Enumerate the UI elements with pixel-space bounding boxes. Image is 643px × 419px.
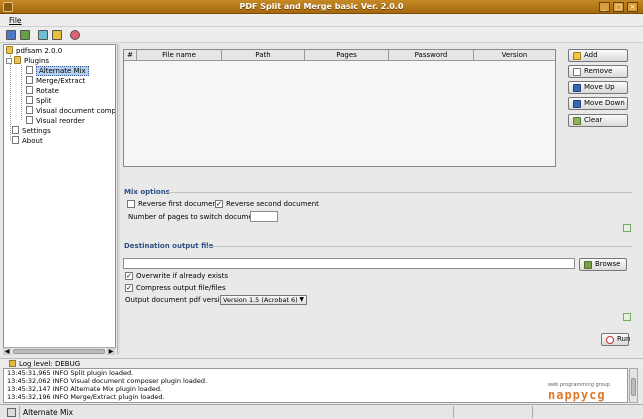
file-table[interactable]: # File name Path Pages Password Version bbox=[123, 49, 556, 167]
table-header: # File name Path Pages Password Version bbox=[124, 50, 555, 61]
column-path[interactable]: Path bbox=[222, 50, 305, 61]
reverse-second-checkbox[interactable]: ✓ bbox=[215, 200, 223, 208]
column-version[interactable]: Version bbox=[474, 50, 555, 61]
scroll-thumb[interactable] bbox=[13, 349, 105, 354]
compress-checkbox[interactable]: ✓ bbox=[125, 284, 133, 292]
log-line: 13:45:32,147 INFO Alternate Mix plugin l… bbox=[7, 385, 163, 393]
tree-item-split[interactable]: Split bbox=[26, 96, 52, 106]
plugin-tree: pdfsam 2.0.0 Plugins Alternate Mix Merge… bbox=[3, 44, 116, 354]
log-level-label: Log level: DEBUG bbox=[19, 360, 81, 368]
tree-item-rotate[interactable]: Rotate bbox=[26, 86, 59, 96]
mix-options-title: Mix options bbox=[124, 188, 170, 196]
log-icon bbox=[9, 360, 16, 367]
arrow-down-icon bbox=[573, 100, 581, 108]
exit-icon[interactable] bbox=[70, 30, 80, 40]
reverse-first-label: Reverse first document bbox=[138, 200, 220, 208]
pdf-version-select[interactable]: Version 1.5 (Acrobat 6) ▼ bbox=[220, 295, 307, 305]
document-icon bbox=[26, 106, 33, 114]
column-number[interactable]: # bbox=[124, 50, 137, 61]
menu-file[interactable]: File bbox=[9, 16, 22, 25]
minimize-button[interactable]: _ bbox=[599, 2, 610, 12]
collapse-toggle-icon[interactable] bbox=[6, 58, 12, 64]
column-pages[interactable]: Pages bbox=[305, 50, 389, 61]
remove-icon bbox=[573, 68, 581, 76]
tree-item-alternate-mix[interactable]: Alternate Mix bbox=[26, 66, 89, 76]
add-button[interactable]: Add bbox=[568, 49, 628, 62]
folder-open-icon bbox=[14, 56, 21, 64]
log-line: 13:45:32,196 INFO Merge/Extract plugin l… bbox=[7, 393, 165, 401]
destination-title: Destination output file bbox=[124, 242, 214, 250]
move-down-button[interactable]: Move Down bbox=[568, 97, 628, 110]
log-panel[interactable]: 13:45:31,965 INFO Split plugin loaded. 1… bbox=[3, 368, 628, 403]
add-icon bbox=[573, 52, 581, 60]
move-up-button[interactable]: Move Up bbox=[568, 81, 628, 94]
document-icon bbox=[26, 96, 33, 104]
tree-plugins[interactable]: Plugins bbox=[6, 56, 49, 66]
save-environment-icon[interactable] bbox=[38, 30, 48, 40]
run-button[interactable]: Run bbox=[601, 333, 630, 346]
mix-options-divider bbox=[168, 192, 632, 193]
pages-switch-input[interactable] bbox=[250, 211, 278, 222]
document-icon bbox=[26, 76, 33, 84]
log-level-bar[interactable]: Log level: DEBUG bbox=[0, 358, 643, 368]
save-icon[interactable] bbox=[6, 30, 16, 40]
watermark-logo: web programming group nappycg bbox=[548, 382, 610, 402]
tree-horizontal-scrollbar[interactable]: ◀ ▶ bbox=[3, 347, 116, 355]
pages-switch-label: Number of pages to switch document bbox=[128, 213, 260, 221]
document-icon bbox=[26, 66, 33, 74]
compress-label: Compress output file/files bbox=[136, 284, 226, 292]
destination-path-input[interactable] bbox=[123, 258, 575, 269]
maximize-button[interactable]: □ bbox=[613, 2, 624, 12]
column-file-name[interactable]: File name bbox=[137, 50, 222, 61]
document-icon bbox=[12, 126, 19, 134]
folder-icon bbox=[6, 46, 13, 54]
toolbar bbox=[0, 27, 643, 43]
window-title: PDF Split and Merge basic Ver. 2.0.0 bbox=[239, 2, 404, 11]
edit-icon[interactable] bbox=[52, 30, 62, 40]
reverse-first-checkbox[interactable] bbox=[127, 200, 135, 208]
reverse-second-label: Reverse second document bbox=[226, 200, 319, 208]
clear-button[interactable]: Clear bbox=[568, 114, 628, 127]
document-icon bbox=[26, 86, 33, 94]
destination-divider bbox=[206, 246, 632, 247]
log-vertical-scrollbar[interactable] bbox=[629, 368, 638, 403]
panel-splitter[interactable] bbox=[117, 44, 120, 354]
tree-item-merge-extract[interactable]: Merge/Extract bbox=[26, 76, 85, 86]
clear-icon bbox=[573, 117, 581, 125]
tree-item-settings[interactable]: Settings bbox=[12, 126, 51, 136]
scroll-right-icon[interactable]: ▶ bbox=[107, 348, 115, 355]
log-line: 13:45:31,965 INFO Split plugin loaded. bbox=[7, 369, 134, 377]
destination-help-icon[interactable] bbox=[623, 313, 631, 321]
document-icon bbox=[26, 116, 33, 124]
browse-button[interactable]: Browse bbox=[579, 258, 627, 271]
status-bar: Alternate Mix bbox=[0, 404, 643, 419]
status-text: Alternate Mix bbox=[23, 408, 74, 417]
remove-button[interactable]: Remove bbox=[568, 65, 628, 78]
close-button[interactable]: × bbox=[627, 2, 638, 12]
tree-root[interactable]: pdfsam 2.0.0 bbox=[6, 46, 62, 56]
scroll-left-icon[interactable]: ◀ bbox=[3, 348, 11, 355]
scroll-thumb[interactable] bbox=[631, 378, 636, 396]
run-icon bbox=[606, 336, 614, 344]
log-line: 13:45:32,062 INFO Visual document compos… bbox=[7, 377, 208, 385]
column-password[interactable]: Password bbox=[389, 50, 474, 61]
tree-item-about[interactable]: About bbox=[12, 136, 43, 146]
arrow-up-icon bbox=[573, 84, 581, 92]
mix-help-icon[interactable] bbox=[623, 224, 631, 232]
folder-icon bbox=[584, 261, 592, 269]
load-icon[interactable] bbox=[20, 30, 30, 40]
overwrite-label: Overwrite if already exists bbox=[136, 272, 228, 280]
overwrite-checkbox[interactable]: ✓ bbox=[125, 272, 133, 280]
tree-item-visual-composer[interactable]: Visual document compos bbox=[26, 106, 115, 116]
title-bar: PDF Split and Merge basic Ver. 2.0.0 _ □… bbox=[0, 0, 643, 14]
document-icon bbox=[12, 136, 19, 144]
pdf-version-label: Output document pdf version bbox=[125, 296, 229, 304]
chevron-down-icon: ▼ bbox=[299, 296, 304, 303]
plugin-icon bbox=[7, 408, 16, 417]
tree-item-visual-reorder[interactable]: Visual reorder bbox=[26, 116, 85, 126]
menu-bar: File bbox=[0, 14, 643, 27]
